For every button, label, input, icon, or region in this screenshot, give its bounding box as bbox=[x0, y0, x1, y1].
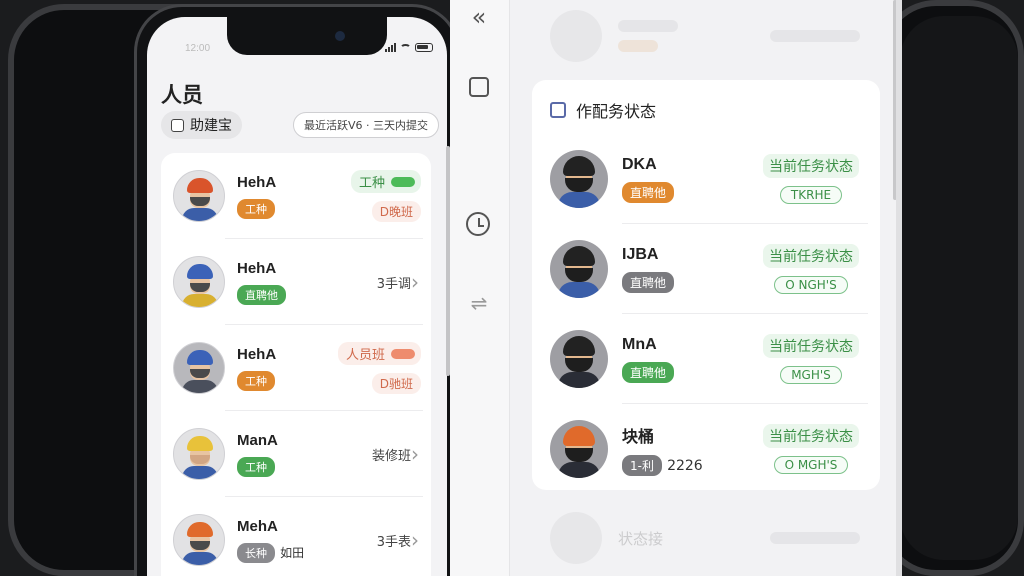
worker-name: MnA bbox=[622, 335, 657, 353]
worker-name: HehA bbox=[237, 173, 277, 191]
avatar bbox=[550, 240, 608, 298]
list-item[interactable]: IJBA 直聘他 当前任务状态 O NGH'S bbox=[532, 224, 880, 314]
filter-pill[interactable]: 最近活跃V6 · 三天内提交 bbox=[292, 112, 439, 138]
trade-tag: 工种 bbox=[237, 198, 275, 219]
checkbox-icon[interactable] bbox=[171, 118, 184, 132]
adjust-icon[interactable]: ⇌ bbox=[466, 290, 492, 316]
avatar bbox=[550, 330, 608, 388]
meta-text: 3手调 bbox=[376, 276, 411, 292]
worker-name: ManA bbox=[237, 431, 278, 449]
trade-tag: 工种 bbox=[237, 456, 275, 477]
status-badge: 工种 bbox=[350, 170, 421, 193]
status-dot-icon bbox=[391, 348, 415, 359]
signal-icon bbox=[385, 43, 396, 52]
chevron-right-icon[interactable]: › bbox=[411, 442, 419, 466]
task-status-card: 作配务状态 DKA 直聘他 当前任务状态 TKRHE IJBA 直聘他 当前任务… bbox=[532, 80, 880, 490]
assistant-chip-label: 助建宝 bbox=[190, 118, 232, 134]
list-item[interactable]: MehA 长种 如田 3手表 › bbox=[161, 497, 431, 576]
camera-icon bbox=[335, 31, 345, 41]
status-badge: 人员班 bbox=[337, 342, 421, 365]
status-label: 工种 bbox=[358, 176, 385, 191]
side-toolbar: « ⇌ bbox=[450, 0, 510, 576]
shift-badge: D驰班 bbox=[371, 373, 421, 394]
card-header: 作配务状态 bbox=[550, 98, 656, 122]
task-status-label: 当前任务状态 bbox=[763, 154, 859, 178]
panel-edge bbox=[896, 0, 902, 576]
status-icons bbox=[385, 43, 433, 52]
phone-notch bbox=[227, 17, 387, 55]
trade-tag: 直聘他 bbox=[622, 361, 675, 383]
status-label: 人员班 bbox=[345, 348, 385, 363]
list-item[interactable]: HehA 工种 工种 D晚班 bbox=[161, 153, 431, 239]
trade-tag: 直聘他 bbox=[622, 181, 675, 203]
wifi-icon bbox=[400, 43, 411, 52]
trade-tag: 直聘他 bbox=[237, 284, 286, 305]
task-status-label: 当前任务状态 bbox=[763, 244, 859, 268]
task-status-label: 当前任务状态 bbox=[763, 334, 859, 358]
task-status-label: 当前任务状态 bbox=[763, 424, 859, 448]
status-code-badge: MGH'S bbox=[780, 366, 842, 384]
status-code-badge: O MGH'S bbox=[773, 456, 849, 474]
worker-name: IJBA bbox=[622, 245, 659, 263]
card-title: 作配务状态 bbox=[576, 102, 657, 121]
back-icon[interactable]: « bbox=[466, 4, 492, 30]
assistant-chip[interactable]: 助建宝 bbox=[161, 111, 242, 139]
status-code-badge: TKRHE bbox=[779, 186, 843, 204]
list-item[interactable]: MnA 直聘他 当前任务状态 MGH'S bbox=[532, 314, 880, 404]
list-item[interactable]: DKA 直聘他 当前任务状态 TKRHE bbox=[532, 134, 880, 224]
battery-icon bbox=[415, 43, 433, 52]
ghost-name: 状态接 bbox=[618, 529, 664, 548]
avatar bbox=[173, 256, 225, 308]
worker-name: 块桶 bbox=[622, 428, 655, 446]
status-dot-icon bbox=[391, 176, 415, 187]
avatar bbox=[173, 170, 225, 222]
people-list: HehA 工种 工种 D晚班 HehA 直聘他 3手调 › HehA 工种 人员… bbox=[161, 153, 431, 576]
ghost-row bbox=[550, 6, 880, 66]
status-code-badge: O NGH'S bbox=[774, 276, 848, 294]
history-button[interactable] bbox=[466, 212, 492, 238]
square-icon bbox=[469, 77, 489, 97]
chevron-right-icon[interactable]: › bbox=[411, 270, 419, 294]
trade-tag: 直聘他 bbox=[622, 271, 675, 293]
select-tool-button[interactable] bbox=[466, 74, 492, 100]
phone-frame: 12:00 人员 助建宝 最近活跃V6 · 三天内提交 HehA 工种 工种 D… bbox=[134, 4, 460, 576]
worker-name: DKA bbox=[622, 155, 657, 173]
tag-extra: 2226 bbox=[667, 457, 703, 474]
worker-name: MehA bbox=[237, 517, 278, 535]
clock-icon bbox=[466, 212, 490, 236]
avatar bbox=[173, 428, 225, 480]
list-item[interactable]: ManA 工种 装修班 › bbox=[161, 411, 431, 497]
worker-name: HehA bbox=[237, 259, 277, 277]
list-item[interactable]: 块桶 1-利 2226 当前任务状态 O MGH'S bbox=[532, 404, 880, 494]
list-item[interactable]: HehA 直聘他 3手调 › bbox=[161, 239, 431, 325]
chip-row: 助建宝 最近活跃V6 · 三天内提交 bbox=[161, 111, 439, 139]
chevron-right-icon[interactable]: › bbox=[411, 528, 419, 552]
page-title: 人员 bbox=[161, 83, 203, 107]
list-item[interactable]: HehA 工种 人员班 D驰班 bbox=[161, 325, 431, 411]
trade-tag: 长种 bbox=[237, 542, 275, 563]
phone-screen: 12:00 人员 助建宝 最近活跃V6 · 三天内提交 HehA 工种 工种 D… bbox=[147, 17, 447, 576]
status-time: 12:00 bbox=[185, 43, 211, 54]
ghost-row: 状态接 bbox=[550, 508, 880, 568]
meta-text: 3手表 bbox=[376, 534, 411, 550]
trade-tag: 工种 bbox=[237, 370, 275, 391]
shift-badge: D晚班 bbox=[371, 201, 421, 222]
checkbox-icon[interactable] bbox=[550, 102, 566, 118]
avatar bbox=[550, 420, 608, 478]
avatar bbox=[550, 150, 608, 208]
trade-tag: 1-利 bbox=[622, 454, 662, 476]
avatar bbox=[173, 514, 225, 566]
task-status-panel: 作配务状态 DKA 直聘他 当前任务状态 TKRHE IJBA 直聘他 当前任务… bbox=[510, 0, 896, 576]
worker-name: HehA bbox=[237, 345, 277, 363]
tag-extra: 如田 bbox=[280, 545, 305, 560]
avatar bbox=[173, 342, 225, 394]
meta-text: 装修班 bbox=[371, 448, 411, 464]
